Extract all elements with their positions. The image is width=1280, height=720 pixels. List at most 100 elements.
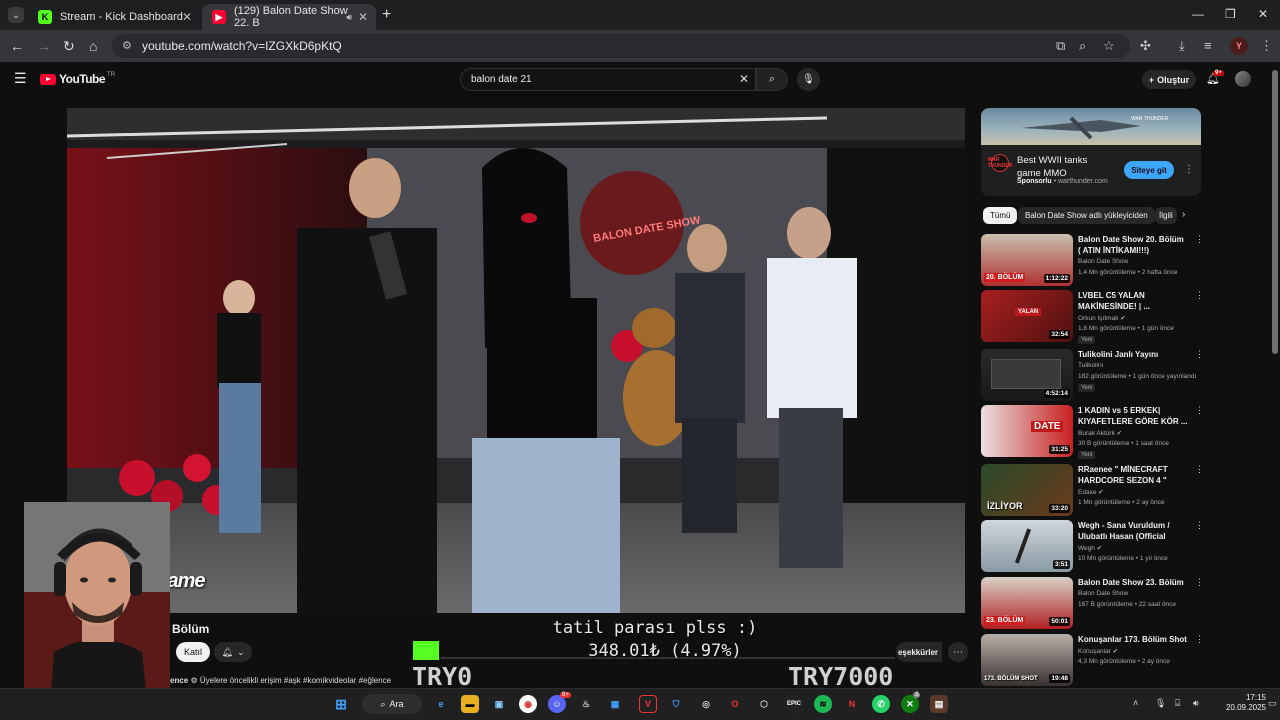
profile-avatar[interactable]: Y: [1230, 37, 1248, 55]
video-menu-icon[interactable]: ⋮: [1195, 290, 1204, 301]
voice-search-button[interactable]: 🎙︎: [797, 68, 820, 91]
game-app-icon[interactable]: ▤: [930, 695, 948, 713]
clear-search-icon[interactable]: ✕: [739, 72, 749, 86]
channel-name[interactable]: Tulikolini: [1078, 362, 1103, 369]
show-hidden-icons[interactable]: ˄: [1133, 698, 1138, 708]
spotify-icon[interactable]: ≋: [814, 695, 832, 713]
recommended-video[interactable]: YALAN 32:54 LVBEL C5 YALAN MAKİNESİNDE! …: [981, 290, 1204, 344]
shield-icon[interactable]: ⛉: [667, 695, 685, 713]
search-input[interactable]: balon date 21: [460, 68, 756, 91]
tab-kick-dashboard[interactable]: K Stream - Kick Dashboard ✕: [28, 4, 200, 30]
photos-icon[interactable]: ▣: [490, 695, 508, 713]
video-menu-icon[interactable]: ⋮: [1195, 464, 1204, 475]
ad-more-icon[interactable]: ⋮: [1184, 164, 1194, 175]
channel-name[interactable]: Balon Date Show: [1078, 258, 1128, 265]
obs-icon[interactable]: ◎: [697, 695, 715, 713]
volume-icon[interactable]: 🔊︎: [1193, 698, 1199, 709]
hex-app-icon[interactable]: ⬡: [755, 695, 773, 713]
chip-from-uploader[interactable]: Balon Date Show adlı yükleyiciden: [1018, 207, 1155, 224]
channel-name[interactable]: Burak Aktürk ✔︎: [1078, 429, 1122, 437]
notifications-icon[interactable]: ▭: [1268, 698, 1277, 709]
subscription-bell-button[interactable]: 🔔︎ ⌄: [214, 642, 252, 662]
browser-menu-icon[interactable]: ⋮: [1260, 38, 1273, 54]
chip-related[interactable]: İlgili: [1155, 207, 1177, 224]
video-thumbnail[interactable]: 20. BÖLÜM 1:12:22: [981, 234, 1073, 286]
reload-icon[interactable]: ↻: [63, 38, 75, 55]
channel-name[interactable]: Wegh ✔︎: [1078, 544, 1102, 552]
epic-games-icon[interactable]: EPIC: [785, 695, 803, 713]
netflix-icon[interactable]: N: [843, 695, 861, 713]
video-title[interactable]: Konuşanlar 173. Bölüm Shot: [1078, 634, 1188, 645]
ad-title[interactable]: Best WWII tanks game MMO: [1017, 154, 1105, 180]
close-tab-icon[interactable]: ✕: [358, 10, 368, 24]
site-settings-icon[interactable]: ⚙︎: [122, 39, 132, 52]
video-thumbnail[interactable]: 23. BÖLÜM 50:01: [981, 577, 1073, 629]
minimize-icon[interactable]: —: [1192, 7, 1204, 21]
taskbar-clock[interactable]: 17:15 20.09.2025: [1210, 693, 1266, 713]
bookmark-star-icon[interactable]: ☆: [1103, 38, 1115, 54]
home-icon[interactable]: ⌂: [89, 38, 97, 54]
channel-name[interactable]: Orkun Işıtmak ✔︎: [1078, 314, 1126, 322]
video-title[interactable]: Wegh - Sana Vuruldum / Ulubatlı Hasan (O…: [1078, 520, 1188, 542]
video-thumbnail[interactable]: YALAN 32:54: [981, 290, 1073, 342]
whatsapp-icon[interactable]: ✆: [872, 695, 890, 713]
video-menu-icon[interactable]: ⋮: [1195, 520, 1204, 531]
video-title[interactable]: LVBEL C5 YALAN MAKİNESİNDE! | ...: [1078, 290, 1188, 312]
recommended-video[interactable]: İZLİYOR 33:20 RRaenee " MİNECRAFT HARDCO…: [981, 464, 1204, 516]
chevron-right-icon[interactable]: ›: [1182, 209, 1185, 220]
video-title[interactable]: 1 KADIN vs 5 ERKEK| KIYAFETLERE GÖRE KÖR…: [1078, 405, 1188, 427]
sponsored-ad-card[interactable]: WAR THUNDER WAR THUNDER Best WWII tanks …: [981, 108, 1201, 196]
video-menu-icon[interactable]: ⋮: [1195, 634, 1204, 645]
back-icon[interactable]: ←: [10, 38, 24, 54]
video-menu-icon[interactable]: ⋮: [1195, 349, 1204, 360]
chip-all[interactable]: Tümü: [983, 207, 1018, 224]
speaker-icon[interactable]: 🔊︎: [346, 12, 352, 23]
close-tab-icon[interactable]: ✕: [182, 10, 192, 24]
address-bar[interactable]: ⚙︎ youtube.com/watch?v=IZGXkD6pKtQ: [112, 34, 1130, 58]
more-actions-button[interactable]: ⋯: [948, 642, 968, 662]
video-title[interactable]: Tulikolini Janlı Yayını: [1078, 349, 1188, 360]
network-icon[interactable]: ⌸: [1175, 698, 1180, 709]
video-title[interactable]: RRaenee " MİNECRAFT HARDCORE SEZON 4 " E…: [1078, 464, 1188, 486]
restore-icon[interactable]: ❐: [1225, 7, 1236, 21]
extensions-icon[interactable]: ✣: [1140, 38, 1151, 54]
recommended-video[interactable]: 4:52:14 Tulikolini Janlı Yayını Tulikoli…: [981, 349, 1204, 401]
video-thumbnail[interactable]: DATE 31:25: [981, 405, 1073, 457]
forward-icon[interactable]: →: [37, 38, 51, 54]
search-button[interactable]: ⌕: [756, 68, 788, 91]
hamburger-menu-icon[interactable]: ☰: [14, 70, 27, 87]
video-menu-icon[interactable]: ⋮: [1195, 405, 1204, 416]
tab-youtube-video[interactable]: ▶ (129) Balon Date Show 22. B 🔊︎ ✕: [202, 4, 376, 30]
video-player[interactable]: BALON DATE SHOW 🔥︎ByNoGame: [67, 108, 965, 613]
microphone-icon[interactable]: 🎙︎: [1155, 698, 1166, 709]
recommended-video[interactable]: 3:51 Wegh - Sana Vuruldum / Ulubatlı Has…: [981, 520, 1204, 572]
opera-icon[interactable]: O: [726, 695, 744, 713]
join-button[interactable]: Katıl: [176, 642, 210, 662]
new-tab-icon[interactable]: +: [382, 6, 391, 24]
steam-icon[interactable]: ♨︎: [577, 695, 595, 713]
create-button[interactable]: + Oluştur: [1142, 70, 1196, 89]
recommended-video[interactable]: 20. BÖLÜM 1:12:22 Balon Date Show 20. Bö…: [981, 234, 1204, 286]
video-thumbnail[interactable]: 173. BÖLÜM SHOT 19:48: [981, 634, 1073, 686]
video-menu-icon[interactable]: ⋮: [1195, 577, 1204, 588]
file-explorer-icon[interactable]: ▬: [461, 695, 479, 713]
start-menu-icon[interactable]: ⊞: [332, 695, 350, 713]
download-icon[interactable]: ⤓: [1179, 38, 1185, 54]
channel-name[interactable]: Balon Date Show: [1078, 590, 1128, 597]
video-thumbnail[interactable]: 3:51: [981, 520, 1073, 572]
video-thumbnail[interactable]: 4:52:14: [981, 349, 1073, 401]
premiere-icon[interactable]: V: [639, 695, 657, 713]
video-title[interactable]: Balon Date Show 20. Bölüm ( ATIN İNTİKAM…: [1078, 234, 1188, 256]
close-window-icon[interactable]: ✕: [1258, 7, 1268, 21]
store-icon[interactable]: ▦: [606, 695, 624, 713]
recommended-video[interactable]: 23. BÖLÜM 50:01 Balon Date Show 23. Bölü…: [981, 577, 1204, 629]
edge-icon[interactable]: e: [432, 695, 450, 713]
video-title[interactable]: Balon Date Show 23. Bölüm: [1078, 577, 1188, 588]
taskbar-search[interactable]: ⌕ Ara: [362, 694, 422, 714]
video-thumbnail[interactable]: İZLİYOR 33:20: [981, 464, 1073, 516]
video-menu-icon[interactable]: ⋮: [1195, 234, 1204, 245]
tab-search-chevron-icon[interactable]: ⌄: [8, 7, 24, 23]
visit-site-button[interactable]: Siteye git: [1124, 161, 1174, 179]
chrome-icon[interactable]: ◉: [519, 695, 537, 713]
media-controls-icon[interactable]: ≡: [1204, 38, 1212, 53]
